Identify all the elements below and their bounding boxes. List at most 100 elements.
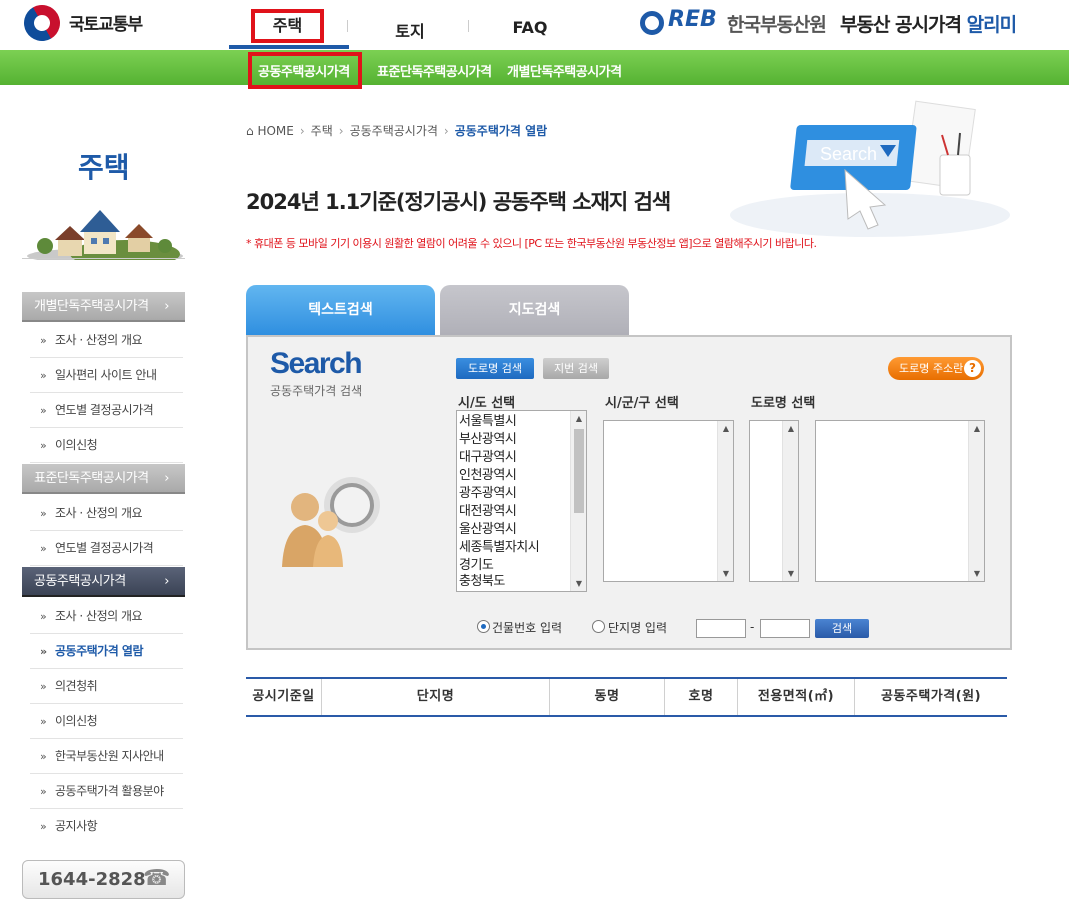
sidebar-item[interactable]: 이의신청 xyxy=(30,428,183,463)
sidebar-item[interactable]: 공동주택가격 활용분야 xyxy=(30,774,183,809)
scroll-down-icon[interactable]: ▼ xyxy=(969,569,985,578)
breadcrumb-home[interactable]: HOME xyxy=(257,124,293,138)
phone-number: 1644-2828 xyxy=(38,869,146,890)
sido-option[interactable]: 대전광역시 xyxy=(459,503,517,521)
road-label: 도로명 선택 xyxy=(751,396,816,411)
building-main-number-input[interactable] xyxy=(696,619,746,638)
scrollbar-thumb[interactable] xyxy=(574,429,584,513)
scroll-up-icon[interactable]: ▲ xyxy=(969,424,985,433)
nav-land-tab[interactable]: 토지 xyxy=(380,18,440,42)
road-name-listbox[interactable]: ▲ ▼ xyxy=(815,420,985,582)
sido-option[interactable]: 인천광역시 xyxy=(459,467,517,485)
sidebar-section-individual-detached[interactable]: 개별단독주택공시가격 › xyxy=(22,292,185,322)
column-header-price: 공동주택가격(원) xyxy=(880,689,982,704)
telephone-icon: ☎ xyxy=(143,866,171,891)
search-button[interactable]: 검색 xyxy=(815,619,869,638)
complex-name-radio-label[interactable]: 단지명 입력 xyxy=(608,619,667,636)
sidebar-item-label: 공동주택가격 활용분야 xyxy=(55,784,164,798)
nav-divider xyxy=(468,20,469,32)
scroll-up-icon[interactable]: ▲ xyxy=(571,414,587,423)
sidebar-item[interactable]: 조사 · 산정의 개요 xyxy=(30,599,183,634)
sidebar-title: 주택 xyxy=(78,151,130,184)
reb-org-name[interactable]: 한국부동산원 xyxy=(727,10,827,37)
sidebar-item[interactable]: 의견청취 xyxy=(30,669,183,704)
sido-option[interactable]: 울산광역시 xyxy=(459,521,517,539)
scrollbar[interactable]: ▲ ▼ xyxy=(782,421,798,581)
sidebar-item-label: 조사 · 산정의 개요 xyxy=(55,333,143,347)
sido-option[interactable]: 서울특별시 xyxy=(459,413,517,431)
mobile-notice: * 휴대폰 등 모바일 기기 이용시 원활한 열람이 어려울 수 있으니 [PC… xyxy=(246,237,817,250)
sidebar-item-label: 일사편리 사이트 안내 xyxy=(55,368,157,382)
scroll-down-icon[interactable]: ▼ xyxy=(571,579,587,588)
chevron-right-icon: › xyxy=(164,574,169,589)
service-name[interactable]: 부동산 공시가격 알리미 xyxy=(840,10,1017,37)
subnav-individual-detached-price[interactable]: 개별단독주택공시가격 xyxy=(507,61,622,80)
subnav-apartment-price[interactable]: 공동주택공시가격 xyxy=(258,61,350,80)
home-icon: ⌂ xyxy=(246,124,254,138)
sidebar-section-label: 표준단독주택공시가격 xyxy=(34,471,149,486)
sidebar-item-label: 조사 · 산정의 개요 xyxy=(55,506,143,520)
illustration-search-word: Search xyxy=(820,144,877,164)
sido-option[interactable]: 충청북도 xyxy=(459,573,505,591)
sidebar-section-standard-detached[interactable]: 표준단독주택공시가격 › xyxy=(22,464,185,494)
scrollbar[interactable]: ▲ ▼ xyxy=(968,421,984,581)
scroll-down-icon[interactable]: ▼ xyxy=(783,569,799,578)
sidebar-item[interactable]: 연도별 결정공시가격 xyxy=(30,393,183,428)
sidebar-item[interactable]: 일사편리 사이트 안내 xyxy=(30,358,183,393)
sidebar-item[interactable]: 조사 · 산정의 개요 xyxy=(30,496,183,531)
chevron-right-icon: › xyxy=(164,471,169,486)
number-separator: - xyxy=(750,620,755,634)
breadcrumb-chevron-icon: › xyxy=(443,124,449,138)
building-number-radio[interactable] xyxy=(477,620,490,633)
sido-option[interactable]: 세종특별자치시 xyxy=(459,539,540,557)
question-icon[interactable]: ? xyxy=(964,360,981,377)
subnav-standard-detached-price[interactable]: 표준단독주택공시가격 xyxy=(377,61,492,80)
breadcrumb-item[interactable]: 공동주택공시가격 xyxy=(350,124,438,138)
sidebar-item[interactable]: 이의신청 xyxy=(30,704,183,739)
sidebar-divider xyxy=(22,258,185,259)
sidebar-item-label: 연도별 결정공시가격 xyxy=(55,403,154,417)
sidebar-item[interactable]: 조사 · 산정의 개요 xyxy=(30,323,183,358)
complex-name-radio[interactable] xyxy=(592,620,605,633)
sidebar-section-label: 공동주택공시가격 xyxy=(34,574,126,589)
reb-logo-text[interactable]: REB xyxy=(668,7,717,32)
sidebar-section-apartment[interactable]: 공동주택공시가격 › xyxy=(22,567,185,597)
building-number-radio-label[interactable]: 건물번호 입력 xyxy=(492,619,562,636)
breadcrumb: ⌂ HOME › 주택 › 공동주택공시가격 › 공동주택가격 열람 xyxy=(246,122,547,139)
road-search-button[interactable]: 도로명 검색 xyxy=(456,358,534,379)
search-illustration-icon: Search xyxy=(730,100,1010,237)
breadcrumb-item[interactable]: 주택 xyxy=(311,124,333,138)
sidebar-section-label: 개별단독주택공시가격 xyxy=(34,299,149,314)
sido-listbox[interactable]: 서울특별시 부산광역시 대구광역시 인천광역시 광주광역시 대전광역시 울산광역… xyxy=(456,410,587,592)
sidebar-item-label: 이의신청 xyxy=(55,714,98,728)
column-header-date: 공시기준일 xyxy=(246,679,322,715)
sidebar-item[interactable]: 공지사항 xyxy=(30,809,183,844)
sidebar-item[interactable]: 한국부동산원 지사안내 xyxy=(30,739,183,774)
reb-logo-icon xyxy=(640,11,664,35)
sido-option[interactable]: 광주광역시 xyxy=(459,485,517,503)
sido-option[interactable]: 대구광역시 xyxy=(459,449,517,467)
nav-house-tab[interactable]: 주택 xyxy=(251,9,324,43)
column-header-area: 전용면적(㎡) xyxy=(738,679,855,715)
road-initial-listbox[interactable]: ▲ ▼ xyxy=(749,420,799,582)
breadcrumb-current: 공동주택가격 열람 xyxy=(454,124,548,138)
building-sub-number-input[interactable] xyxy=(760,619,810,638)
sido-option[interactable]: 부산광역시 xyxy=(459,431,517,449)
person-magnifier-icon xyxy=(282,477,380,567)
scroll-down-icon[interactable]: ▼ xyxy=(718,569,734,578)
ministry-name[interactable]: 국토교통부 xyxy=(69,10,143,35)
tab-text-search[interactable]: 텍스트검색 xyxy=(246,285,435,335)
nav-divider xyxy=(347,20,348,32)
scroll-up-icon[interactable]: ▲ xyxy=(718,424,734,433)
gungu-listbox[interactable]: ▲ ▼ xyxy=(603,420,734,582)
search-subheading: 공동주택가격 검색 xyxy=(270,384,363,398)
sidebar-item[interactable]: 연도별 결정공시가격 xyxy=(30,531,183,566)
scrollbar[interactable]: ▲ ▼ xyxy=(717,421,733,581)
scrollbar[interactable]: ▲ ▼ xyxy=(570,411,586,591)
column-header-dong: 동명 xyxy=(550,679,665,715)
lot-search-button[interactable]: 지번 검색 xyxy=(543,358,609,379)
scroll-up-icon[interactable]: ▲ xyxy=(783,424,799,433)
sidebar-item-active[interactable]: 공동주택가격 열람 xyxy=(30,634,183,669)
nav-faq-tab[interactable]: FAQ xyxy=(500,18,560,37)
tab-map-search[interactable]: 지도검색 xyxy=(440,285,629,335)
